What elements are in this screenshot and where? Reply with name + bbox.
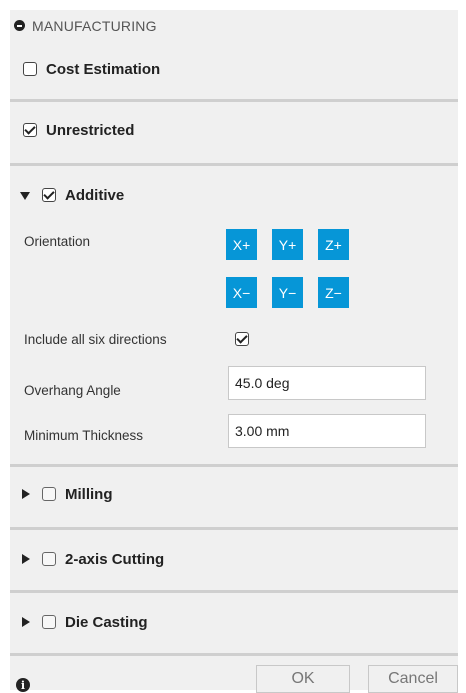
- y-plus-button[interactable]: Y+: [272, 229, 303, 260]
- panel-header[interactable]: MANUFACTURING: [10, 10, 458, 40]
- overhang-angle-label: Overhang Angle: [24, 383, 121, 398]
- manufacturing-panel: MANUFACTURING Cost Estimation Unrestrict…: [10, 10, 458, 693]
- divider: [10, 99, 458, 102]
- divider: [10, 464, 458, 467]
- minimum-thickness-input[interactable]: [228, 414, 426, 448]
- six-directions-checkbox[interactable]: [235, 332, 249, 346]
- milling-label: Milling: [65, 486, 113, 503]
- x-minus-button[interactable]: X−: [226, 277, 257, 308]
- unrestricted-label: Unrestricted: [46, 122, 135, 139]
- ok-button[interactable]: OK: [256, 665, 350, 693]
- additive-label: Additive: [65, 187, 125, 204]
- z-minus-button[interactable]: Z−: [318, 277, 349, 308]
- expand-right-icon[interactable]: [22, 489, 30, 499]
- two-axis-cutting-checkbox[interactable]: [42, 552, 56, 566]
- divider: [10, 653, 458, 656]
- cancel-button[interactable]: Cancel: [368, 665, 458, 693]
- divider: [10, 590, 458, 593]
- expand-right-icon[interactable]: [22, 554, 30, 564]
- milling-checkbox[interactable]: [42, 487, 56, 501]
- divider: [10, 163, 458, 166]
- expand-down-icon[interactable]: [20, 192, 30, 200]
- collapse-icon[interactable]: [14, 20, 25, 31]
- divider: [10, 527, 458, 530]
- orientation-label: Orientation: [24, 234, 91, 249]
- z-plus-button[interactable]: Z+: [318, 229, 349, 260]
- additive-checkbox[interactable]: [42, 188, 56, 202]
- six-directions-label: Include all six directions: [24, 332, 167, 347]
- expand-right-icon[interactable]: [22, 617, 30, 627]
- die-casting-label: Die Casting: [65, 614, 148, 631]
- cost-estimation-label: Cost Estimation: [46, 61, 161, 78]
- two-axis-cutting-label: 2-axis Cutting: [65, 551, 165, 568]
- die-casting-checkbox[interactable]: [42, 615, 56, 629]
- overhang-angle-input[interactable]: [228, 366, 426, 400]
- cost-estimation-checkbox[interactable]: [23, 62, 37, 76]
- x-plus-button[interactable]: X+: [226, 229, 257, 260]
- minimum-thickness-label: Minimum Thickness: [24, 428, 144, 443]
- panel-title: MANUFACTURING: [32, 18, 157, 34]
- unrestricted-checkbox[interactable]: [23, 123, 37, 137]
- y-minus-button[interactable]: Y−: [272, 277, 303, 308]
